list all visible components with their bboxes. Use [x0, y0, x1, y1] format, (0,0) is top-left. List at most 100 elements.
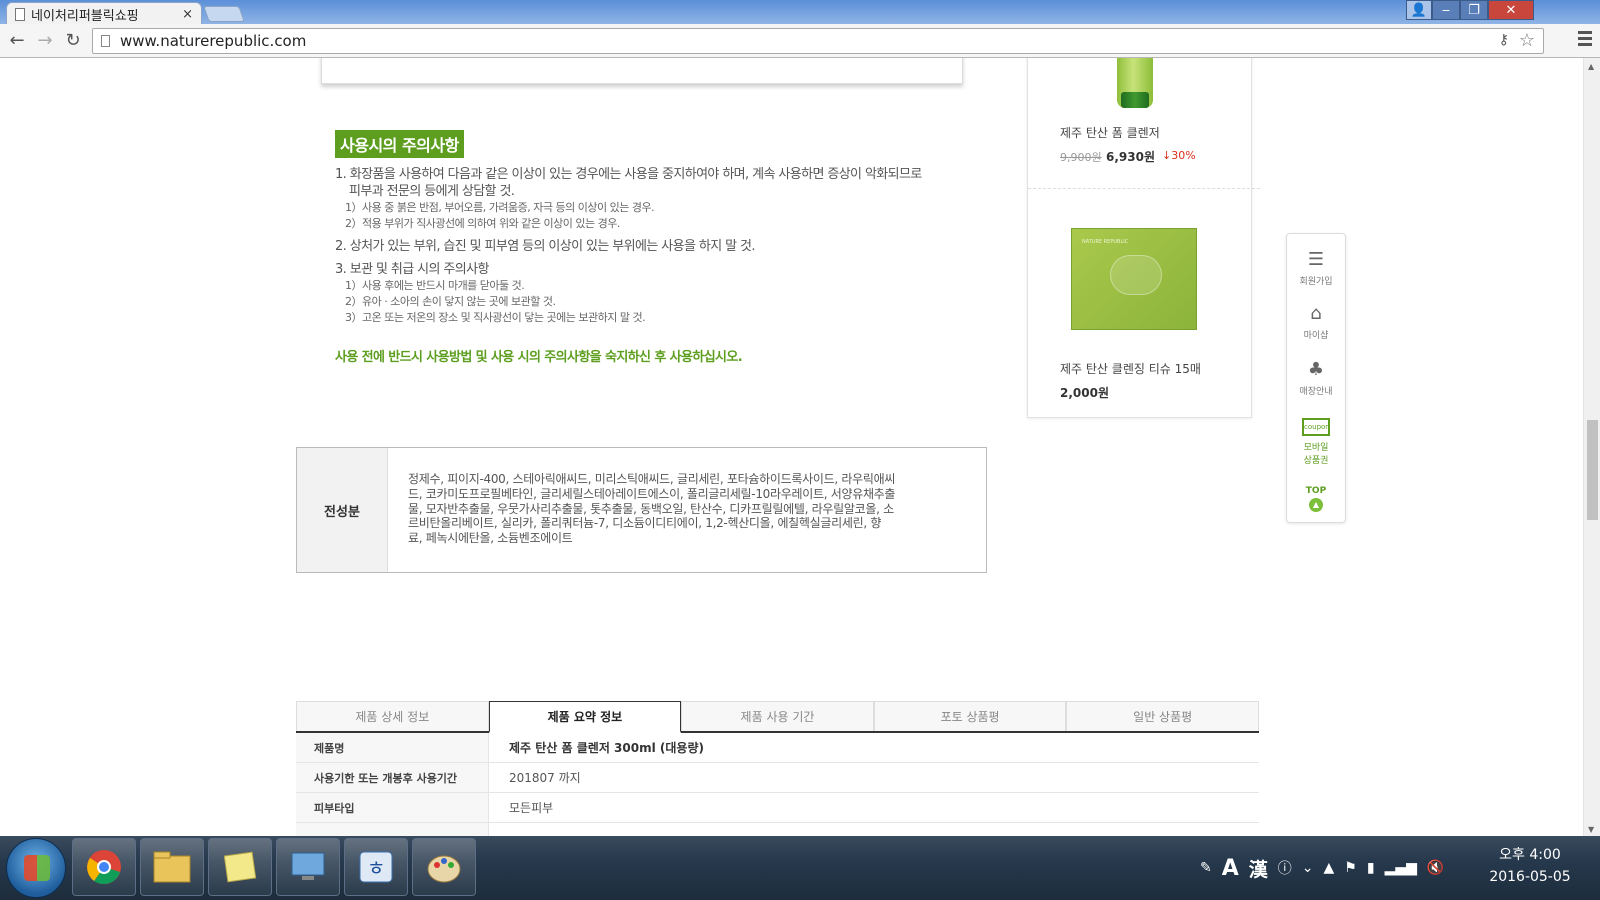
volume-muted-icon[interactable]: 🔇 [1427, 860, 1444, 876]
browser-tab[interactable]: 네이처리퍼블릭쇼핑 × [6, 2, 202, 26]
top-label: TOP [1305, 486, 1327, 496]
shop-icon: ⌂ [1310, 303, 1322, 324]
action-center-flag-icon[interactable]: ⚑ [1344, 860, 1357, 876]
ingredients-text: 정제수, 피이지-400, 스테아릭애씨드, 미리스틱애씨드, 글리세린, 포타… [388, 448, 986, 572]
windows-logo-icon [24, 855, 50, 881]
file-explorer-icon[interactable] [140, 838, 204, 896]
sale-price: 6,930원 [1106, 150, 1155, 164]
table-row: 사용기한 또는 개봉후 사용기간 201807 까지 [296, 763, 1259, 793]
quick-join-label: 회원가입 [1299, 277, 1333, 287]
product-name[interactable]: 제주 탄산 폼 클렌저 [1060, 124, 1160, 141]
cleansing-tissue-image[interactable]: NATURE REPUBLIC [1071, 228, 1197, 330]
ingredients-line: 드, 코카미도프로필베타인, 글리세릴스테아레이트에스이, 폴리글리세릴-10라… [408, 486, 896, 501]
help-icon[interactable]: ⓘ [1278, 858, 1292, 878]
minimize-button[interactable]: ‒ [1432, 0, 1460, 20]
forward-icon[interactable]: → [34, 29, 56, 51]
tray-options-icon[interactable]: ⌄ [1302, 860, 1314, 876]
chrome-icon[interactable] [72, 838, 136, 896]
url-text[interactable]: www.naturerepublic.com [120, 32, 306, 50]
key-icon[interactable]: ⚷ [1499, 32, 1509, 48]
vertical-scrollbar[interactable]: ▲ ▼ [1583, 58, 1600, 836]
maximize-button[interactable]: ❐ [1460, 0, 1488, 20]
system-tray: ✎ A 漢 ⓘ ⌄ ▲ ⚑ ▮ ▂▄▆ 🔇 [1200, 836, 1444, 900]
network-signal-icon[interactable]: ▂▄▆ [1385, 860, 1417, 876]
remote-desktop-icon[interactable] [276, 838, 340, 896]
bookmark-star-icon[interactable]: ☆ [1519, 30, 1535, 51]
discount-badge: ↓30% [1162, 149, 1196, 162]
tab-detail[interactable]: 제품 상세 정보 [296, 701, 489, 731]
down-arrow-icon: ↓ [1162, 149, 1172, 162]
chrome-menu-icon[interactable] [1578, 31, 1592, 49]
quick-join[interactable]: ☰ 회원가입 [1287, 249, 1345, 288]
product-name[interactable]: 제주 탄산 클렌징 티슈 15매 [1060, 360, 1201, 377]
related-products-panel: 제주 탄산 폼 클렌저 9,900원 6,930원 ↓30% NATURE RE… [1027, 58, 1260, 418]
product-info-tabs: 제품 상세 정보 제품 요약 정보 제품 사용 기간 포토 상품평 일반 상품평 [296, 701, 1259, 733]
battery-icon[interactable]: ▮ [1367, 860, 1375, 876]
row-key [296, 823, 489, 836]
back-icon[interactable]: ← [6, 29, 28, 51]
scroll-top-button[interactable]: TOP ▲ [1287, 486, 1345, 512]
tab-close-icon[interactable]: × [182, 7, 193, 22]
ime-mode-a[interactable]: A [1222, 856, 1239, 881]
close-window-button[interactable]: ✕ [1488, 0, 1534, 20]
hangul-icon[interactable]: ㅎ [344, 838, 408, 896]
tab-usage-period[interactable]: 제품 사용 기간 [681, 701, 874, 731]
caution-line: 2. 상처가 있는 부위, 습진 및 피부염 등의 이상이 있는 부위에는 사용… [335, 239, 755, 254]
ime-hanja[interactable]: 漢 [1249, 855, 1268, 882]
row-value: 제주 탄산 폼 클렌저 300ml (대용량) [509, 741, 704, 755]
page-icon [101, 35, 110, 47]
page-icon [15, 8, 25, 21]
quick-myshop[interactable]: ⌂ 마이샵 [1287, 303, 1345, 342]
clock-time: 오후 4:00 [1499, 847, 1561, 863]
address-bar[interactable]: www.naturerepublic.com ⚷ ☆ [92, 28, 1544, 54]
ingredients-label: 전성분 [297, 448, 388, 572]
row-key: 피부타입 [296, 793, 489, 822]
caution-subline: 1）사용 후에는 반드시 마개를 닫아둘 것. [345, 279, 525, 292]
tab-photo-review[interactable]: 포토 상품평 [873, 701, 1067, 731]
start-button[interactable] [6, 838, 66, 898]
system-clock[interactable]: 오후 4:00 2016-05-05 [1480, 844, 1580, 888]
original-price: 9,900원 [1060, 151, 1102, 164]
sticky-notes-icon[interactable] [208, 838, 272, 896]
new-tab-button[interactable] [203, 6, 245, 22]
reload-icon[interactable]: ↻ [62, 29, 84, 51]
show-hidden-icons[interactable]: ▲ [1324, 860, 1335, 876]
taskbar: ㅎ ✎ A 漢 ⓘ ⌄ ▲ ⚑ ▮ ▂▄▆ 🔇 오후 4:00 2016-05-… [0, 836, 1600, 900]
ingredients-line: 료, 페녹시에탄올, 소듐벤조에이트 [408, 531, 573, 546]
tissue-seal [1110, 255, 1162, 295]
table-row: 제품명 제주 탄산 폼 클렌저 300ml (대용량) [296, 733, 1259, 763]
foam-cleanser-image[interactable] [1117, 58, 1153, 108]
discount-rate: 30% [1171, 149, 1196, 162]
quick-store-label: 매장안내 [1299, 387, 1333, 397]
caution-line: 피부과 전문의 등에게 상담할 것. [349, 184, 515, 199]
scroll-down-icon[interactable]: ▼ [1588, 825, 1594, 834]
caution-subline: 2）적용 부위가 직사광선에 의하여 위와 같은 이상이 있는 경우. [345, 217, 620, 230]
scroll-up-icon[interactable]: ▲ [1588, 62, 1594, 71]
title-bar: 네이처리퍼블릭쇼핑 × 👤 ‒ ❐ ✕ [0, 0, 1600, 26]
tree-icon: ♣ [1307, 359, 1325, 380]
product-summary-table: 제품명 제주 탄산 폼 클렌저 300ml (대용량) 사용기한 또는 개봉후 … [296, 733, 1259, 836]
tissue-brand-text: NATURE REPUBLIC [1082, 239, 1129, 245]
tab-general-review[interactable]: 일반 상품평 [1066, 701, 1259, 731]
ingredients-line: 물, 모자반추출물, 우뭇가사리추출물, 톳추출물, 동백오일, 탄산수, 디카… [408, 501, 894, 516]
table-row: 피부타입 모든피부 [296, 793, 1259, 823]
row-value [489, 823, 1259, 836]
profile-icon[interactable]: 👤 [1406, 0, 1432, 20]
quick-coupon-label-1: 모바일 [1303, 443, 1329, 453]
quick-store[interactable]: ♣ 매장안내 [1287, 359, 1345, 398]
page-viewport: 사용시의 주의사항 1. 화장품을 사용하여 다음과 같은 이상이 있는 경우에… [0, 58, 1583, 836]
caution-subline: 2）유아 · 소아의 손이 닿지 않는 곳에 보관할 것. [345, 295, 556, 308]
ime-toolbar-icon[interactable]: ✎ [1200, 860, 1212, 876]
quick-coupon[interactable]: coupon 모바일 상품권 [1287, 418, 1345, 466]
browser-toolbar: ← → ↻ www.naturerepublic.com ⚷ ☆ [0, 24, 1600, 58]
caution-notice: 사용 전에 반드시 사용방법 및 사용 시의 주의사항을 숙지하신 후 사용하십… [335, 350, 743, 365]
paint-icon[interactable] [412, 838, 476, 896]
divider [1028, 188, 1260, 189]
table-row [296, 823, 1259, 836]
arrow-up-icon: ▲ [1309, 498, 1323, 512]
document-icon: ☰ [1307, 249, 1325, 270]
row-value: 모든피부 [509, 801, 554, 815]
caution-line: 3. 보관 및 취급 시의 주의사항 [335, 262, 489, 277]
scrollbar-thumb[interactable] [1587, 420, 1598, 520]
tab-summary[interactable]: 제품 요약 정보 [488, 701, 682, 733]
